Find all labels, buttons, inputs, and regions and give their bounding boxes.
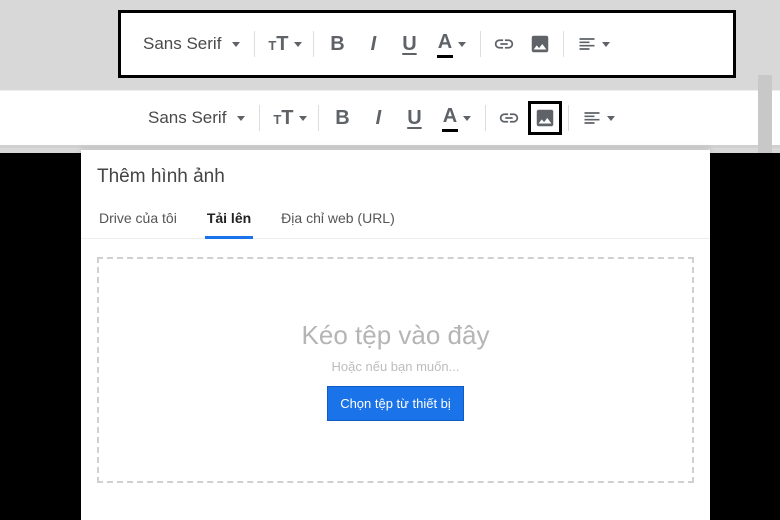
link-icon [493, 33, 515, 55]
italic-button[interactable]: I [356, 27, 390, 61]
toolbar-highlighted: Sans Serif TT B I U A [118, 10, 736, 78]
chevron-down-icon [294, 42, 302, 47]
font-picker[interactable]: Sans Serif [140, 104, 253, 132]
align-left-icon [582, 108, 602, 128]
text-size-icon: TT [272, 107, 293, 130]
dropzone-sub-text: Hoặc nếu bạn muốn... [332, 359, 460, 374]
chevron-down-icon [458, 42, 466, 47]
text-color-button[interactable]: A [428, 27, 474, 61]
insert-image-button-highlighted[interactable] [528, 101, 562, 135]
underline-button[interactable]: U [397, 101, 431, 135]
text-size-icon: TT [267, 33, 288, 56]
font-label: Sans Serif [148, 108, 226, 128]
chevron-down-icon [607, 116, 615, 121]
chevron-down-icon [463, 116, 471, 121]
font-picker[interactable]: Sans Serif [135, 30, 248, 58]
file-dropzone[interactable]: Kéo tệp vào đây Hoặc nếu bạn muốn... Chọ… [97, 257, 694, 483]
italic-button[interactable]: I [361, 101, 395, 135]
font-label: Sans Serif [143, 34, 221, 54]
separator [563, 31, 564, 57]
font-size-button[interactable]: TT [266, 101, 312, 135]
background-right [710, 153, 780, 520]
toolbar-secondary: Sans Serif TT B I U A [0, 90, 780, 148]
image-icon [529, 33, 551, 55]
dropzone-container: Kéo tệp vào đây Hoặc nếu bạn muốn... Chọ… [81, 239, 710, 483]
underline-button[interactable]: U [392, 27, 426, 61]
bold-button[interactable]: B [325, 101, 359, 135]
separator [568, 105, 569, 131]
chevron-down-icon [602, 42, 610, 47]
background-left [0, 153, 81, 520]
image-icon [534, 107, 556, 129]
dialog-tabs: Drive của tôi Tải lên Địa chỉ web (URL) [81, 198, 710, 239]
chevron-down-icon [299, 116, 307, 121]
tab-url[interactable]: Địa chỉ web (URL) [279, 204, 397, 238]
dropzone-main-text: Kéo tệp vào đây [302, 320, 490, 351]
font-size-button[interactable]: TT [261, 27, 307, 61]
tab-upload[interactable]: Tải lên [205, 204, 253, 238]
align-button[interactable] [575, 101, 621, 135]
align-button[interactable] [570, 27, 616, 61]
dialog-title: Thêm hình ảnh [81, 150, 710, 198]
chevron-down-icon [237, 116, 245, 121]
insert-image-button[interactable] [523, 27, 557, 61]
separator [480, 31, 481, 57]
separator [313, 31, 314, 57]
tab-my-drive[interactable]: Drive của tôi [97, 204, 179, 238]
separator [259, 105, 260, 131]
align-left-icon [577, 34, 597, 54]
insert-image-dialog: Thêm hình ảnh Drive của tôi Tải lên Địa … [81, 150, 710, 520]
insert-link-button[interactable] [487, 27, 521, 61]
separator [318, 105, 319, 131]
scrollbar[interactable] [758, 75, 772, 155]
chevron-down-icon [232, 42, 240, 47]
text-color-icon: A [442, 105, 458, 132]
bold-button[interactable]: B [320, 27, 354, 61]
link-icon [498, 107, 520, 129]
separator [254, 31, 255, 57]
text-color-button[interactable]: A [433, 101, 479, 135]
insert-link-button[interactable] [492, 101, 526, 135]
choose-file-button[interactable]: Chọn tệp từ thiết bị [327, 386, 464, 421]
separator [485, 105, 486, 131]
text-color-icon: A [437, 31, 453, 58]
